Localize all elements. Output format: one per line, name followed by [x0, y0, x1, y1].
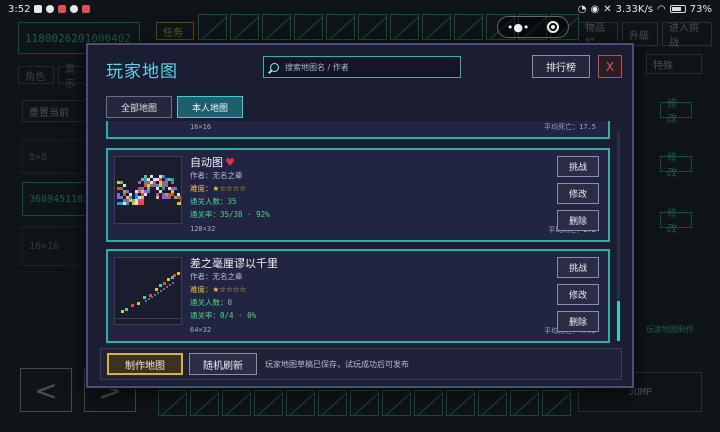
close-miniprogram-icon[interactable] — [547, 21, 560, 33]
map-title-row: 差之毫厘谬以千里 — [190, 255, 278, 271]
qq-icon — [70, 5, 79, 13]
map-clear-rate: 通关率：0/4 · 0% — [190, 311, 257, 320]
bg-size-a: 8×8 — [22, 140, 86, 174]
map-card: 差之毫厘谬以千里 作者：无名之辈 难度：★☆☆☆☆ 通关人数：0 通关率：0/4… — [106, 249, 610, 343]
bg-special-button: 特殊 — [646, 54, 702, 74]
edit-button[interactable]: 修改 — [557, 284, 599, 305]
challenge-button[interactable]: 挑战 — [557, 257, 599, 278]
alarm-icon: ◔ — [577, 3, 587, 15]
player-maps-dialog: 玩家地图 排行榜 X 全部地图 本人地图 16×16 平均死亡：17.5 自动图… — [86, 43, 634, 388]
network-speed: 3.33K/s — [615, 3, 654, 15]
bg-edit-3: 修改 — [660, 209, 692, 235]
map-thumbnail — [114, 156, 182, 224]
map-clear-count: 通关人数：0 — [190, 298, 233, 307]
eye-icon: ◉ — [590, 3, 600, 15]
bg-note: 玩家地图制作 — [646, 324, 694, 334]
miniprogram-capsule: •●• — [497, 16, 569, 38]
search-input[interactable] — [285, 62, 455, 72]
tab-my-maps[interactable]: 本人地图 — [177, 96, 244, 118]
map-tabs: 全部地图 本人地图 — [106, 96, 244, 118]
search-box[interactable] — [263, 56, 461, 78]
bg-code-mid: 36894511825 — [22, 182, 95, 216]
close-button[interactable]: X — [598, 55, 622, 78]
map-clear-rate: 通关率：35/38 · 92% — [190, 210, 270, 219]
scrollbar-thumb[interactable] — [617, 301, 620, 341]
app-icon — [58, 5, 67, 13]
status-bar: 3:52 ◔ ◉ ✕ 3.33K/s ◠ 73% — [0, 0, 720, 18]
map-list[interactable]: 16×16 平均死亡：17.5 自动图 ♥ 作者：无名之辈 难度：★☆☆☆☆ 通… — [106, 121, 622, 344]
mute-icon: ✕ — [603, 3, 612, 15]
delete-button[interactable]: 删除 — [557, 311, 599, 332]
bg-challenge-button: 进入挑战 — [662, 22, 712, 49]
map-title: 差之毫厘谬以千里 — [190, 257, 278, 270]
challenge-button[interactable]: 挑战 — [557, 156, 599, 177]
map-size: 16×16 — [190, 123, 212, 131]
battery-level: 73% — [689, 3, 712, 15]
dialog-title: 玩家地图 — [106, 62, 178, 82]
map-avg-deaths: 平均死亡：17.5 — [544, 123, 596, 131]
bg-size-b: 16×16 — [22, 226, 86, 266]
bg-edit-1: 修改 — [660, 99, 692, 125]
bg-task-button: 任务 — [156, 22, 194, 40]
list-scrollbar[interactable] — [617, 131, 620, 341]
random-refresh-button[interactable]: 随机刷新 — [189, 353, 257, 375]
create-map-button[interactable]: 制作地图 — [107, 353, 183, 375]
bg-edit-2: 修改 — [660, 153, 692, 179]
status-time: 3:52 — [8, 3, 31, 15]
bg-reset-button: 重置当前 — [22, 100, 86, 122]
bg-grid-bottom — [158, 390, 571, 416]
bottom-bar: 制作地图 随机刷新 玩家地图草稿已保存，试玩成功后可发布 — [100, 348, 622, 380]
leaderboard-button[interactable]: 排行榜 — [532, 55, 590, 78]
wifi-icon: ◠ — [657, 3, 666, 15]
map-title-row: 自动图 ♥ — [190, 154, 235, 170]
map-size: 128×32 — [190, 225, 216, 233]
map-clear-count: 通关人数：35 — [190, 197, 237, 206]
favorite-heart-icon: ♥ — [225, 155, 235, 169]
more-menu-icon[interactable]: •●• — [507, 21, 530, 34]
map-author: 作者：无名之辈 — [190, 272, 243, 281]
app-icon — [82, 5, 91, 13]
draft-saved-tip: 玩家地图草稿已保存，试玩成功后可发布 — [265, 360, 409, 369]
notification-icon — [34, 5, 43, 13]
map-card: 自动图 ♥ 作者：无名之辈 难度：★☆☆☆☆ 通关人数：35 通关率：35/38… — [106, 148, 610, 242]
map-difficulty: 难度：★☆☆☆☆ — [190, 285, 247, 294]
map-thumbnail — [114, 257, 182, 325]
map-size: 64×32 — [190, 326, 212, 334]
search-icon — [270, 62, 279, 72]
map-card: 16×16 平均死亡：17.5 — [106, 121, 610, 139]
map-author: 作者：无名之辈 — [190, 171, 243, 180]
bg-role-button: 角色 — [18, 66, 54, 84]
map-title: 自动图 — [190, 156, 223, 169]
bg-menu-button: 显示 — [58, 64, 88, 90]
battery-icon — [669, 5, 686, 13]
bg-left-arrow-icon: < — [20, 368, 72, 412]
delete-button[interactable]: 删除 — [557, 210, 599, 231]
edit-button[interactable]: 修改 — [557, 183, 599, 204]
map-difficulty: 难度：★☆☆☆☆ — [190, 184, 247, 193]
chat-icon — [46, 5, 55, 13]
tab-all-maps[interactable]: 全部地图 — [106, 96, 173, 118]
